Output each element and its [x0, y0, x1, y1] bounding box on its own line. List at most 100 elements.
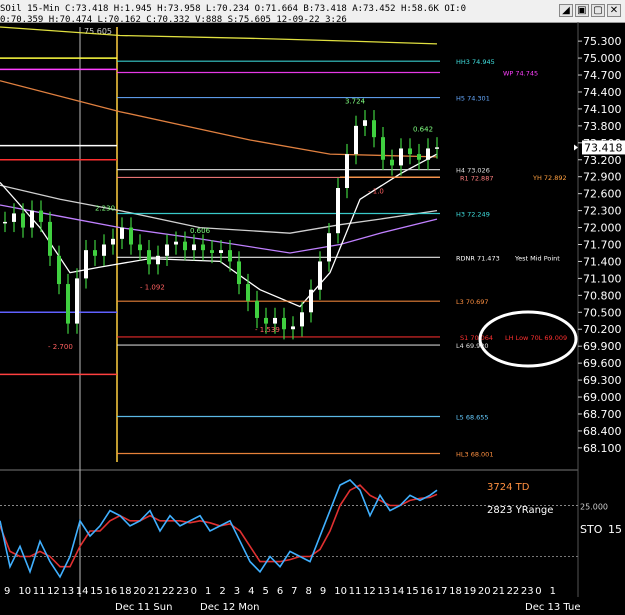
price-candle-body	[201, 244, 205, 251]
pivot-level-label: YH 72.892	[532, 174, 567, 182]
time-tick-label: 19	[463, 586, 476, 597]
swing-label: - 1.092	[140, 284, 165, 292]
time-tick-label: 15	[90, 586, 103, 597]
time-tick-label: 17	[435, 586, 448, 597]
swing-label: 0.606	[190, 227, 211, 235]
price-candle-body	[84, 250, 88, 279]
price-tick-label: 73.800	[583, 120, 622, 133]
price-candle-body	[336, 188, 340, 234]
day-label: Dec 13 Tue	[525, 602, 581, 613]
price-candle-body	[192, 244, 196, 251]
price-candle-body	[21, 213, 25, 228]
pivot-level-label: L5 68.655	[456, 414, 489, 422]
maximize-button[interactable]: ▢	[591, 4, 605, 17]
time-tick-label: 5	[262, 586, 268, 597]
pivot-level-label: HH3 74.945	[456, 58, 495, 66]
price-tick-label: 74.100	[583, 103, 622, 116]
close-button[interactable]: ✕	[607, 4, 621, 17]
price-candle-body	[255, 300, 259, 318]
pivot-level-label: R1 72.887	[460, 174, 493, 182]
swing-label: - 1.0	[368, 188, 384, 196]
price-candle-body	[156, 255, 160, 265]
pivot-level-label: WP 74.745	[503, 69, 538, 77]
time-tick-label: 3	[234, 586, 240, 597]
swing-label: 3.724	[345, 97, 366, 105]
current-price-arrow	[574, 144, 578, 151]
time-tick-label: 22	[507, 586, 520, 597]
time-tick-label: 13	[61, 586, 74, 597]
restore-button[interactable]: ▣	[575, 4, 589, 17]
price-candle-body	[381, 137, 385, 160]
price-candle-body	[408, 148, 412, 155]
price-tick-label: 69.000	[583, 391, 622, 404]
price-tick-label: 75.000	[583, 52, 622, 65]
price-candle-body	[147, 250, 151, 265]
time-tick-label: 7	[291, 586, 297, 597]
pivot-level-label: H4 73.026	[456, 167, 490, 175]
price-candle-body	[66, 284, 70, 324]
time-tick-label: 15	[406, 586, 419, 597]
pivot-level-label: HL3 68.001	[456, 450, 493, 458]
price-candle-body	[246, 284, 250, 301]
price-candle-body	[57, 255, 61, 285]
time-tick-label: 8	[306, 586, 312, 597]
oscillator-label-value: 15	[608, 523, 622, 536]
current-price-label: 73.418	[584, 141, 623, 154]
price-candle-body	[228, 250, 232, 262]
pivot-level-label: S1 70.064	[460, 334, 493, 342]
time-tick-label: 12	[47, 586, 60, 597]
price-candle-body	[210, 250, 214, 253]
price-tick-label: 70.200	[583, 323, 622, 336]
price-candle-body	[282, 317, 286, 330]
price-candle-body	[75, 278, 79, 324]
stochastic-k-line	[0, 479, 438, 579]
price-tick-label: 70.800	[583, 289, 622, 302]
price-candle-body	[273, 317, 277, 324]
day-label: Dec 12 Mon	[200, 602, 260, 613]
time-tick-label: 11	[349, 586, 362, 597]
swing-label: - 1.539	[255, 326, 280, 334]
time-tick-label: 2	[219, 586, 225, 597]
price-candle-body	[93, 250, 97, 256]
price-candle-body	[435, 147, 439, 149]
title-line-1: SOil 15-Min C:73.418 H:1.945 H:73.958 L:…	[0, 4, 466, 14]
price-candle-body	[183, 241, 187, 251]
price-candle-body	[138, 244, 142, 251]
pivot-level-label: Yest Mid Point	[514, 254, 560, 262]
day-label: Dec 11 Sun	[115, 602, 172, 613]
time-tick-label: 16	[420, 586, 433, 597]
time-tick-label: 22	[162, 586, 175, 597]
price-tick-label: 72.300	[583, 205, 622, 218]
time-tick-label: 0	[535, 586, 541, 597]
price-candle-body	[39, 210, 43, 222]
price-candle-body	[345, 154, 349, 189]
price-candle-body	[309, 289, 313, 313]
price-tick-label: 75.300	[583, 35, 622, 48]
time-tick-label: 9	[320, 586, 326, 597]
price-tick-label: 68.100	[583, 442, 622, 455]
price-candle-body	[12, 213, 16, 222]
price-candle-body	[399, 148, 403, 166]
pivot-level-label: RDNR 71.473	[456, 254, 500, 262]
pivot-level-label: LH Low 70L 69.009	[505, 334, 567, 342]
price-tick-label: 72.000	[583, 222, 622, 235]
minimize-button[interactable]: ◢	[559, 4, 573, 17]
pivot-level-label: L3 70.697	[456, 298, 489, 306]
price-candle-body	[237, 261, 241, 285]
price-candle-body	[120, 227, 124, 239]
time-tick-label: 4	[248, 586, 254, 597]
price-candle-body	[102, 244, 106, 256]
price-candle-body	[390, 159, 394, 166]
time-tick-label: 20	[133, 586, 146, 597]
price-candle-body	[417, 154, 421, 160]
time-tick-label: 18	[119, 586, 132, 597]
price-tick-label: 70.500	[583, 306, 622, 319]
time-tick-label: 11	[33, 586, 46, 597]
pivot-level-label: H5 74.301	[456, 95, 490, 103]
price-chart: 75.605 HH3 74.945WP 74.745H5 74.301H4 73…	[0, 22, 625, 613]
time-tick-label: 21	[492, 586, 505, 597]
moving-average-line	[0, 26, 438, 45]
time-tick-label: 14	[76, 586, 89, 597]
time-tick-label: 6	[277, 586, 283, 597]
oscillator-label: STO	[580, 523, 603, 536]
